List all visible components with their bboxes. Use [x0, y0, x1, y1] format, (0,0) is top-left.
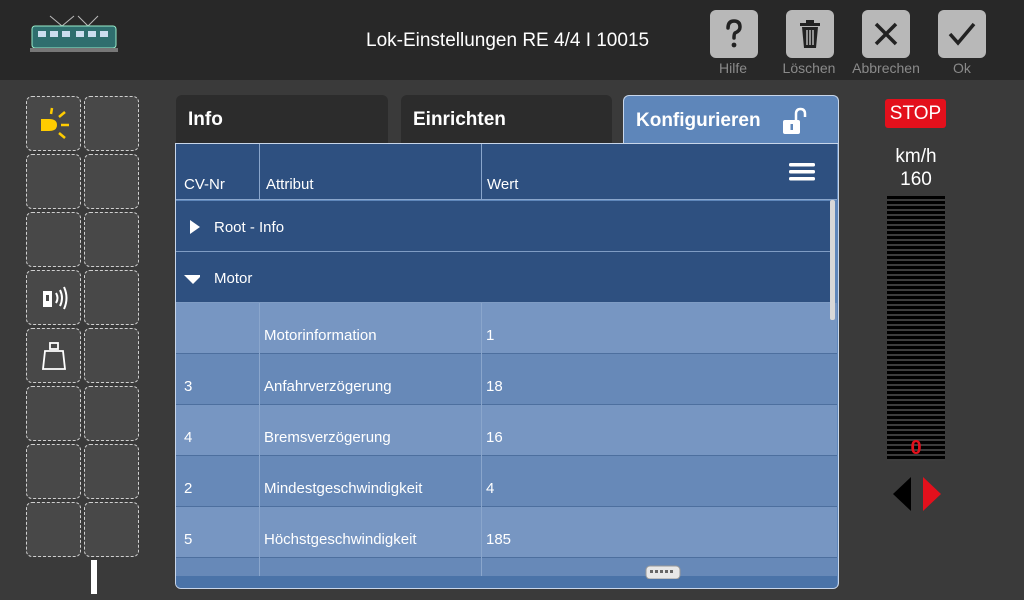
- group-label: Motor: [214, 270, 253, 287]
- locomotive-image: [30, 15, 118, 52]
- help-button[interactable]: [710, 10, 758, 58]
- keyboard-icon[interactable]: [645, 565, 681, 579]
- tab-einrichten[interactable]: Einrichten: [401, 95, 612, 143]
- function-slot[interactable]: [84, 502, 139, 557]
- direction-right-icon[interactable]: [921, 477, 941, 511]
- stop-button[interactable]: STOP: [885, 99, 946, 128]
- function-slot[interactable]: [84, 444, 139, 499]
- tab-info[interactable]: Info: [176, 95, 388, 143]
- function-slot[interactable]: [84, 386, 139, 441]
- check-icon: [948, 22, 976, 46]
- cv-cell: 2: [184, 480, 193, 497]
- group-label: Root - Info: [214, 219, 285, 236]
- attribute-cell: Höchstgeschwindigkeit: [264, 531, 417, 548]
- function-slot[interactable]: [26, 212, 81, 267]
- table-header: CV-Nr Attribut Wert: [176, 144, 837, 200]
- value-cell[interactable]: 16: [486, 429, 503, 446]
- group-motor[interactable]: Motor: [176, 252, 832, 303]
- speed-slider[interactable]: [887, 196, 945, 461]
- cancel-button[interactable]: [862, 10, 910, 58]
- value-cell[interactable]: 1: [486, 327, 494, 344]
- attribute-cell: Mindestgeschwindigkeit: [264, 480, 423, 497]
- column-divider: [481, 303, 482, 588]
- function-slot[interactable]: [84, 328, 139, 383]
- table-footer: [176, 576, 837, 588]
- function-scroll-indicator[interactable]: [91, 560, 97, 594]
- function-light-button[interactable]: [26, 96, 81, 151]
- function-slot[interactable]: [84, 154, 139, 209]
- cv-cell: 3: [184, 378, 193, 395]
- tab-konfigurieren[interactable]: Konfigurieren: [623, 95, 839, 143]
- value-cell[interactable]: 18: [486, 378, 503, 395]
- cv-cell: 4: [184, 429, 193, 446]
- function-slot[interactable]: [26, 502, 81, 557]
- close-icon: [874, 22, 898, 46]
- expand-down-icon: [184, 275, 200, 284]
- table-row[interactable]: Motorinformation 1: [176, 303, 837, 354]
- weight-icon: [41, 342, 67, 370]
- attribute-cell: Anfahrverzögerung: [264, 378, 392, 395]
- tab-konfigurieren-label: Konfigurieren: [636, 110, 761, 131]
- table-row[interactable]: 4 Bremsverzögerung 16: [176, 405, 837, 456]
- expand-right-icon: [190, 220, 200, 234]
- column-divider: [481, 144, 482, 200]
- ok-label: Ok: [953, 60, 971, 76]
- column-wert[interactable]: Wert: [487, 176, 518, 193]
- table-row[interactable]: 5 Höchstgeschwindigkeit 185: [176, 507, 837, 558]
- speed-unit: km/h: [895, 146, 937, 167]
- trash-icon: [800, 20, 820, 48]
- light-icon: [41, 107, 69, 139]
- cv-cell: 5: [184, 531, 193, 548]
- table-scrollbar[interactable]: [830, 200, 835, 320]
- function-sound-button[interactable]: [26, 270, 81, 325]
- column-cv[interactable]: CV-Nr: [184, 176, 225, 193]
- page-title: Lok-Einstellungen RE 4/4 I 10015: [366, 30, 650, 51]
- ok-button[interactable]: [938, 10, 986, 58]
- sound-icon: [43, 286, 68, 310]
- max-speed: 160: [900, 169, 932, 190]
- direction-left-icon[interactable]: [893, 477, 913, 511]
- cv-table: CV-Nr Attribut Wert Root - Info Motor Mo…: [175, 143, 839, 589]
- function-weight-button[interactable]: [26, 328, 81, 383]
- question-icon: [726, 19, 742, 48]
- function-slot[interactable]: [26, 386, 81, 441]
- delete-button[interactable]: [786, 10, 834, 58]
- tab-info-label: Info: [188, 109, 223, 130]
- column-divider: [259, 144, 260, 200]
- table-row[interactable]: 3 Anfahrverzögerung 18: [176, 354, 837, 405]
- value-cell[interactable]: 185: [486, 531, 511, 548]
- menu-icon[interactable]: [789, 162, 815, 182]
- unlock-icon[interactable]: [780, 106, 808, 136]
- function-slot[interactable]: [84, 270, 139, 325]
- function-slot[interactable]: [26, 154, 81, 209]
- column-divider: [259, 303, 260, 588]
- attribute-cell: Motorinformation: [264, 327, 377, 344]
- attribute-cell: Bremsverzögerung: [264, 429, 391, 446]
- function-slot[interactable]: [84, 96, 139, 151]
- function-slot[interactable]: [26, 444, 81, 499]
- group-root-info[interactable]: Root - Info: [176, 201, 832, 252]
- column-attribut[interactable]: Attribut: [266, 176, 314, 193]
- function-slot[interactable]: [84, 212, 139, 267]
- current-speed: 0: [910, 437, 922, 459]
- tab-einrichten-label: Einrichten: [413, 109, 506, 130]
- table-row[interactable]: 2 Mindestgeschwindigkeit 4: [176, 456, 837, 507]
- value-cell[interactable]: 4: [486, 480, 494, 497]
- top-bar: Lok-Einstellungen RE 4/4 I 10015 Hilfe L…: [0, 0, 1024, 80]
